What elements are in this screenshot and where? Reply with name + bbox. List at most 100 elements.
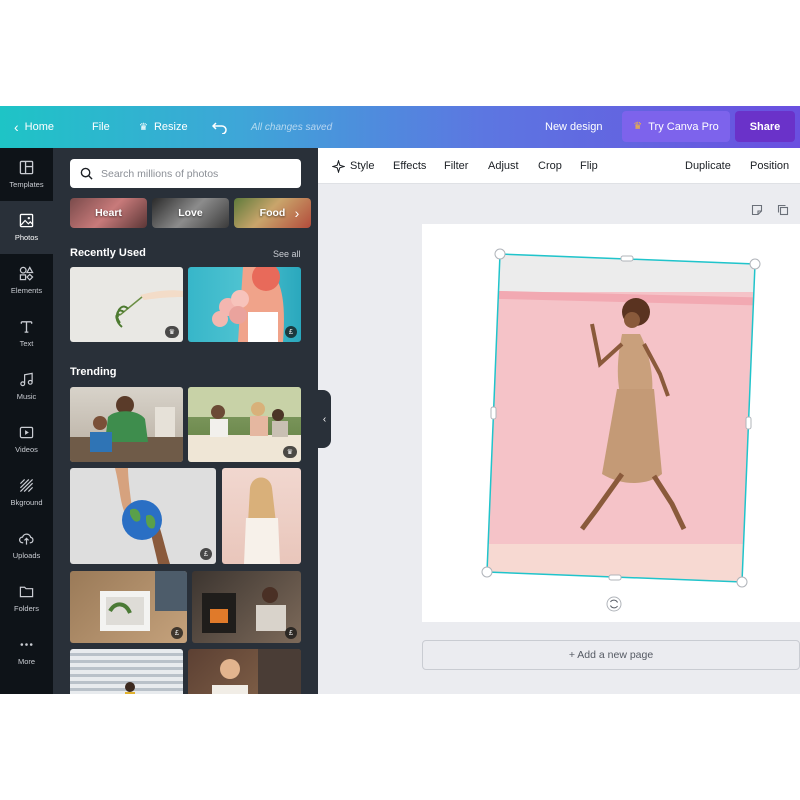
undo-button[interactable] [212,106,228,148]
photos-icon [19,213,34,228]
filter-label: Filter [444,160,469,172]
rail-item-templates[interactable]: Templates [0,148,53,201]
photo-thumbnail[interactable]: £ [188,267,301,342]
rail-label: More [17,657,36,666]
rail-item-photos[interactable]: Photos [0,201,53,254]
see-all-link[interactable]: See all [273,249,301,259]
position-button[interactable]: Position [750,148,789,184]
adjust-button[interactable]: Adjust [488,148,519,184]
resize-handle [736,576,748,588]
rotate-handle[interactable] [606,596,622,612]
resize-button[interactable]: ♛ Resize [139,106,188,148]
add-new-page-button[interactable]: + Add a new page [422,640,800,670]
rail-item-music[interactable]: Music [0,360,53,413]
edit-toolbar: Style Effects Filter Adjust Crop Flip Du… [318,148,800,184]
search-box[interactable] [70,159,301,188]
duplicate-button[interactable]: Duplicate [685,148,731,184]
rail-item-uploads[interactable]: Uploads [0,519,53,572]
rail-label: Videos [15,445,38,454]
home-button[interactable]: ‹ Home [14,106,54,148]
keyword-chips: Heart Love Food [70,198,311,228]
adjust-label: Adjust [488,160,519,172]
resize-handle [494,248,506,260]
rail-item-elements[interactable]: Elements [0,254,53,307]
chevron-right-icon[interactable]: › [286,200,308,226]
chip-love[interactable]: Love [152,198,229,228]
rail-item-background[interactable]: Bkground [0,466,53,519]
chip-heart[interactable]: Heart [70,198,147,228]
sparkle-icon [332,159,345,173]
resize-handle [608,574,622,581]
text-icon [20,321,33,333]
crop-button[interactable]: Crop [538,148,562,184]
top-bar: ‹ Home File ♛ Resize All changes saved N… [0,106,800,148]
photo-thumbnail[interactable]: ♛ [188,387,301,462]
chip-label: Food [259,207,286,219]
photo-thumbnail[interactable] [222,468,301,564]
pound-badge: £ [285,326,297,338]
rail-item-videos[interactable]: Videos [0,413,53,466]
file-menu[interactable]: File [92,106,110,148]
pound-badge: £ [200,548,212,560]
design-page[interactable] [422,224,800,622]
home-label: Home [24,121,55,133]
rail-label: Uploads [12,551,41,560]
photo-thumbnail[interactable] [188,649,301,694]
templates-icon [19,160,34,175]
window-blinds-image [125,682,135,694]
photo-thumbnail[interactable]: £ [70,468,216,564]
canva-editor: ‹ Home File ♛ Resize All changes saved N… [0,106,800,694]
rail-label: Elements [10,286,43,295]
search-icon [80,167,93,180]
share-button[interactable]: Share [735,111,795,142]
resize-handle [490,406,497,420]
premium-badge: ♛ [282,446,297,458]
washing-vegetables-image [100,571,187,631]
rail-label: Folders [13,604,39,613]
hands-holding-globe-image [115,468,170,564]
rail-label: Bkground [10,498,43,507]
recently-used-heading: Recently Used [70,247,146,259]
photo-thumbnail[interactable]: £ [192,571,301,643]
rail-label: Photos [14,233,39,242]
chip-label: Heart [95,207,122,219]
search-input[interactable] [101,167,281,180]
woman-back-view-image [244,477,280,564]
photos-panel: Heart Love Food › Recently Used See all … [53,148,318,694]
new-design-label: New design [545,121,603,133]
selected-photo-frame[interactable] [422,224,800,622]
rail-item-text[interactable]: Text [0,307,53,360]
rail-label: Music [16,392,37,401]
premium-badge: ♛ [164,326,179,338]
music-icon [20,372,33,387]
flip-label: Flip [580,160,598,172]
collapse-panel-button[interactable]: ‹ [318,390,331,448]
note-icon[interactable] [751,204,763,219]
smiling-man-image [212,649,301,694]
rail-item-folders[interactable]: Folders [0,572,53,625]
photo-thumbnail[interactable] [70,387,183,462]
copy-page-icon[interactable] [777,204,789,219]
filter-button[interactable]: Filter [444,148,468,184]
effects-label: Effects [393,160,427,172]
chevron-left-icon: ‹ [14,119,19,135]
rail-label: Text [19,339,34,348]
photo-thumbnail[interactable]: £ [70,571,187,643]
uploads-icon [19,533,34,545]
new-design-button[interactable]: New design [545,106,602,148]
photo-thumbnail[interactable]: ♛ [70,267,183,342]
elements-icon [19,266,34,281]
file-label: File [92,121,110,133]
rail-item-more[interactable]: More [0,625,53,678]
effects-button[interactable]: Effects [393,148,426,184]
style-button[interactable]: Style [332,148,374,184]
position-label: Position [750,160,790,172]
chevron-left-icon: ‹ [322,413,327,425]
duplicate-label: Duplicate [685,160,731,172]
try-canva-pro-button[interactable]: ♛ Try Canva Pro [622,111,730,142]
chip-label: Love [178,207,203,219]
pound-badge: £ [171,627,183,639]
photo-thumbnail[interactable] [70,649,183,694]
flip-button[interactable]: Flip [580,148,598,184]
try-pro-label: Try Canva Pro [648,120,719,133]
